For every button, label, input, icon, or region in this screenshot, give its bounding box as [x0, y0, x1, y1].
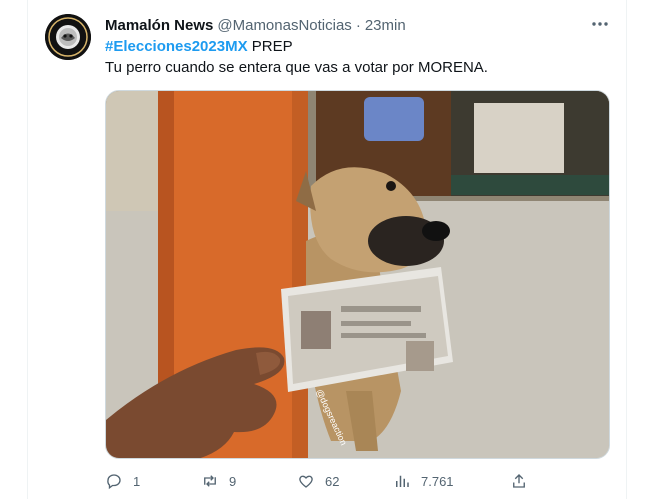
reply-button[interactable]: 1 [105, 470, 140, 492]
retweet-count: 9 [229, 473, 237, 489]
author-handle[interactable]: @MamonasNoticias [217, 17, 351, 34]
retweet-icon [204, 475, 216, 487]
share-button[interactable] [510, 470, 528, 492]
timeline-border-right [626, 0, 627, 499]
tweet-card[interactable]: Mamalón News @MamonasNoticias · 23min #E… [28, 0, 626, 499]
views-button[interactable]: 7.761 [393, 470, 454, 492]
share-icon [513, 474, 525, 488]
like-button[interactable]: 62 [297, 470, 339, 492]
tweet-text-line-2: Tu perro cuando se entera que vas a vota… [105, 59, 488, 76]
reply-count: 1 [133, 473, 141, 489]
reply-icon [107, 474, 121, 490]
views-count: 7.761 [421, 473, 454, 489]
tweet-media-photo[interactable]: @dogsreaction [105, 90, 610, 459]
dog-photo-illustration: @dogsreaction [106, 91, 609, 458]
tweet-text-line-1: #Elecciones2023MX PREP [105, 37, 293, 57]
more-options-button[interactable] [590, 14, 610, 34]
tweet-text-suffix: PREP [247, 38, 293, 55]
hashtag-link[interactable]: #Elecciones2023MX [105, 38, 248, 55]
tweet-header: Mamalón News @MamonasNoticias · 23min [105, 15, 585, 35]
like-count: 62 [325, 473, 340, 489]
tweet-actions-bar: 1 9 62 7.761 [105, 470, 535, 492]
views-chart-icon [396, 475, 409, 487]
author-name[interactable]: Mamalón News [105, 17, 213, 34]
header-separator: · [355, 16, 361, 34]
tweet-timestamp[interactable]: 23min [365, 17, 406, 34]
avatar-logo-icon [45, 14, 91, 60]
more-dots-icon [592, 22, 608, 26]
heart-icon [299, 475, 313, 488]
retweet-button[interactable]: 9 [201, 470, 236, 492]
avatar[interactable] [45, 14, 91, 60]
